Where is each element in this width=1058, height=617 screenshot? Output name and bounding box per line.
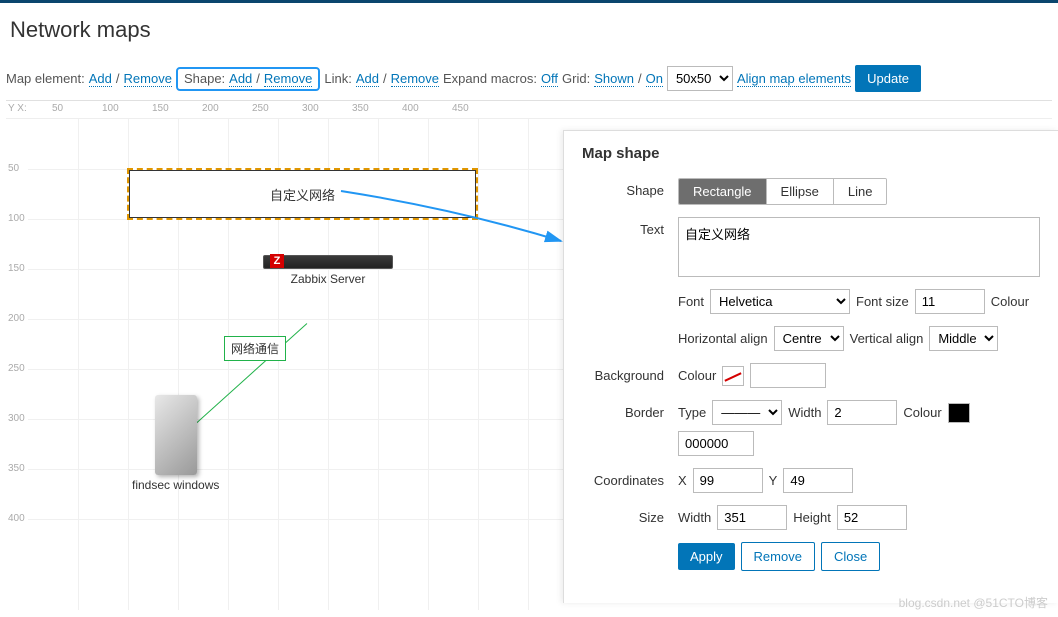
height-input[interactable] [837,505,907,530]
halign-label: Horizontal align [678,331,768,346]
width-label: Width [678,510,711,525]
link-remove[interactable]: Remove [391,71,439,87]
text-input[interactable]: 自定义网络 [678,217,1040,277]
border-colour-input[interactable] [678,431,754,456]
halign-select[interactable]: Centre [774,326,844,351]
size-label: Size [582,505,678,525]
width-input[interactable] [717,505,787,530]
bg-colour-label: Colour [678,368,716,383]
font-select[interactable]: Helvetica [710,289,850,314]
shape-add[interactable]: Add [229,71,252,87]
grid-label: Grid: [562,71,590,86]
grid-size-select[interactable]: 50x50 [667,66,733,91]
valign-select[interactable]: Middle [929,326,998,351]
link-label: Link: [324,71,351,86]
valign-label: Vertical align [850,331,924,346]
shape-type-tabs: Rectangle Ellipse Line [678,178,887,205]
host-label: findsec windows [132,478,219,492]
close-button[interactable]: Close [821,542,880,571]
zabbix-server-node[interactable]: Zabbix Server [263,255,393,286]
toolbar: Map element: Add/ Remove Shape: Add/ Rem… [0,57,1058,100]
height-label: Height [793,510,831,525]
shape-control-highlight: Shape: Add/ Remove [176,67,320,91]
align-map-elements[interactable]: Align map elements [737,71,851,87]
panel-title: Map shape [582,145,1040,162]
border-type-select[interactable]: ——— [712,400,782,425]
shape-label: Shape: [184,71,225,86]
text-label: Text [582,217,678,237]
tab-ellipse[interactable]: Ellipse [767,179,834,204]
x-label: X [678,473,687,488]
map-element-label: Map element: [6,71,85,86]
tab-line[interactable]: Line [834,179,887,204]
ruler-left: 50 100 150 200 250 300 350 400 [6,119,26,610]
y-label: Y [769,473,778,488]
border-label: Border [582,400,678,420]
expand-macros-label: Expand macros: [443,71,537,86]
apply-button[interactable]: Apply [678,543,735,570]
zabbix-server-label: Zabbix Server [291,272,366,286]
border-colour-swatch[interactable] [948,403,970,423]
shape-rectangle-text: 自定义网络 [270,185,335,204]
y-input[interactable] [783,468,853,493]
link-label-box[interactable]: 网络通信 [224,336,286,361]
font-label: Font [678,294,704,309]
background-label: Background [582,363,678,383]
text-colour-label: Colour [991,294,1029,309]
page-title: Network maps [0,9,1058,57]
grid-on[interactable]: On [646,71,663,87]
coordinates-label: Coordinates [582,468,678,488]
server-rack-icon [263,255,393,269]
border-width-label: Width [788,405,821,420]
tab-rectangle[interactable]: Rectangle [679,179,767,204]
fontsize-label: Font size [856,294,909,309]
border-colour-label: Colour [903,405,941,420]
update-button[interactable]: Update [855,65,921,92]
ruler-top: 50 100 150 200 250 300 350 400 450 [6,101,1052,119]
map-element-add[interactable]: Add [89,71,112,87]
shape-type-label: Shape [582,178,678,198]
remove-button[interactable]: Remove [741,542,815,571]
map-element-remove[interactable]: Remove [124,71,172,87]
shape-remove[interactable]: Remove [264,71,312,87]
border-width-input[interactable] [827,400,897,425]
top-bar [0,0,1058,3]
host-node[interactable]: findsec windows [132,395,219,492]
x-input[interactable] [693,468,763,493]
map-shape-panel: Map shape Shape Rectangle Ellipse Line T… [563,130,1058,603]
link-add[interactable]: Add [356,71,379,87]
expand-macros-toggle[interactable]: Off [541,71,558,87]
bg-colour-input[interactable] [750,363,826,388]
bg-colour-swatch[interactable] [722,366,744,386]
border-type-label: Type [678,405,706,420]
watermark: blog.csdn.net @51CTO博客 [899,594,1048,611]
grid-shown[interactable]: Shown [594,71,634,87]
tower-icon [155,395,197,475]
shape-rectangle[interactable]: 自定义网络 [127,168,478,220]
fontsize-input[interactable] [915,289,985,314]
